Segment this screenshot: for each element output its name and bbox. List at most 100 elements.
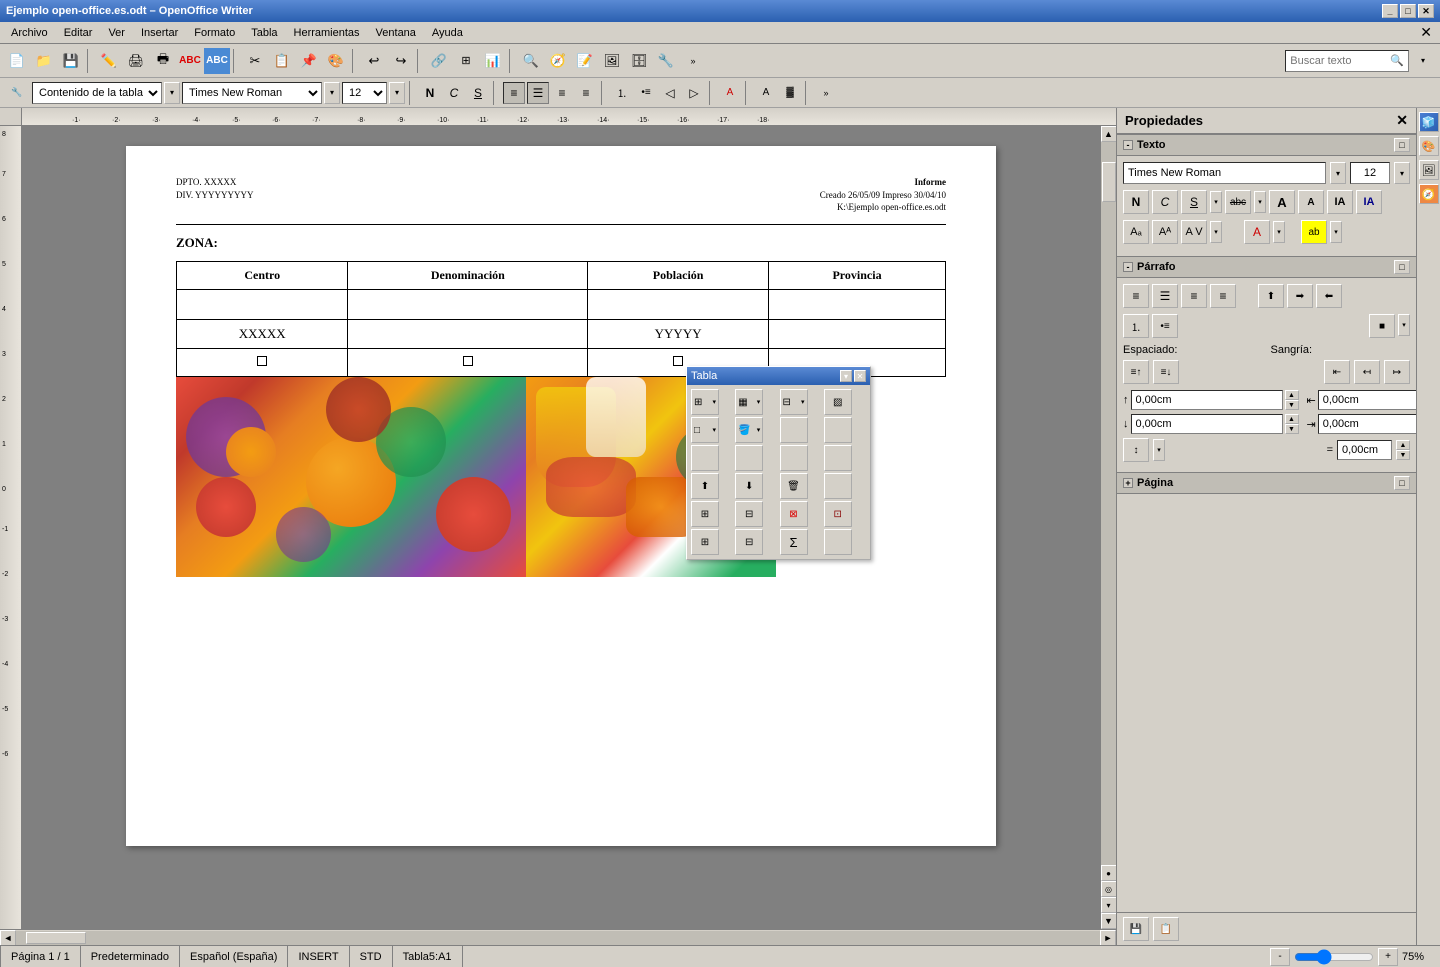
open-button[interactable]: 📁 xyxy=(31,48,57,74)
para-shade-button[interactable]: ▓ xyxy=(779,82,801,104)
align-left-button[interactable]: ≡ xyxy=(503,82,525,104)
tt-table-opt4[interactable]: ⊡ xyxy=(824,501,852,527)
save-button[interactable]: 💾 xyxy=(58,48,84,74)
props-char-space-btn[interactable]: A V xyxy=(1181,220,1207,244)
cut-button[interactable]: ✂ xyxy=(242,48,268,74)
tt-btn4[interactable]: ▨ xyxy=(824,389,852,415)
menu-ayuda[interactable]: Ayuda xyxy=(425,24,470,42)
props-font-color-arrow[interactable]: ▾ xyxy=(1273,221,1285,243)
h-scroll-track[interactable] xyxy=(16,931,1100,945)
table-button[interactable]: ⊞ xyxy=(453,48,479,74)
new-button[interactable]: 📄 xyxy=(4,48,30,74)
cell-1-1[interactable] xyxy=(177,289,348,319)
spin-up[interactable]: ▲ xyxy=(1285,390,1299,400)
spin-down[interactable]: ▼ xyxy=(1285,400,1299,410)
scroll-circle-mid[interactable]: ◎ xyxy=(1101,881,1117,897)
props-highlight-arrow[interactable]: ▾ xyxy=(1330,221,1342,243)
find-button[interactable]: 🔍 xyxy=(518,48,544,74)
para-align-justify[interactable]: ≡ xyxy=(1210,284,1236,308)
menu-insertar[interactable]: Insertar xyxy=(134,24,185,42)
size-dropdown[interactable]: 12 xyxy=(342,82,387,104)
format-paint-button[interactable]: 🎨 xyxy=(323,48,349,74)
indent-left-icon[interactable]: ↤ xyxy=(1354,360,1380,384)
scroll-circle-up[interactable]: ● xyxy=(1101,865,1117,881)
menu-formato[interactable]: Formato xyxy=(187,24,242,42)
tt-table-func2[interactable]: ⊟ xyxy=(735,529,763,555)
props-underline-btn[interactable]: S xyxy=(1181,190,1207,214)
props-strike-arrow[interactable]: ▾ xyxy=(1254,191,1266,213)
italic-button[interactable]: C xyxy=(443,82,465,104)
font-color-button[interactable]: A xyxy=(719,82,741,104)
tt-insert-table-btn[interactable]: ⊞▾ xyxy=(691,389,719,415)
search-input[interactable] xyxy=(1290,55,1390,67)
bold-button[interactable]: N xyxy=(419,82,441,104)
menubar-close[interactable]: ✕ xyxy=(1416,24,1436,41)
chart-button[interactable]: 📊 xyxy=(480,48,506,74)
menu-tabla[interactable]: Tabla xyxy=(244,24,284,42)
gallery-button[interactable]: 🖼 xyxy=(599,48,625,74)
font-dropdown-arrow[interactable]: ▾ xyxy=(324,82,340,104)
tt-delete-row[interactable]: 🗑 xyxy=(780,473,808,499)
indent-more-button[interactable]: ▷ xyxy=(683,82,705,104)
print-button[interactable]: 🖶 xyxy=(150,48,176,74)
props-bigA2-btn[interactable]: A xyxy=(1298,190,1324,214)
cell-cb1[interactable] xyxy=(177,348,348,376)
menu-ventana[interactable]: Ventana xyxy=(369,24,423,42)
scroll-left-button[interactable]: ◄ xyxy=(0,930,16,946)
style-dropdown-arrow[interactable]: ▾ xyxy=(164,82,180,104)
spacing-below-icon[interactable]: ≡↓ xyxy=(1153,360,1179,384)
navigator-button[interactable]: 🧭 xyxy=(545,48,571,74)
para-indent-more[interactable]: ⬆ xyxy=(1258,284,1284,308)
minimize-button[interactable]: _ xyxy=(1382,4,1398,18)
props-bold-btn[interactable]: N xyxy=(1123,190,1149,214)
pagina-section-header[interactable]: + Página □ xyxy=(1117,472,1416,494)
indent-right-icon[interactable]: ↦ xyxy=(1384,360,1410,384)
para-bullet-list[interactable]: •≡ xyxy=(1152,314,1178,338)
char-shade-button[interactable]: A xyxy=(755,82,777,104)
props-size-dropdown-arrow[interactable]: ▾ xyxy=(1394,162,1410,184)
tabla-toolbar-header[interactable]: Tabla ▾ ✕ xyxy=(687,367,870,385)
indent-less-button[interactable]: ◁ xyxy=(659,82,681,104)
cell-1-2[interactable] xyxy=(348,289,588,319)
print-preview-button[interactable]: 🖨 xyxy=(123,48,149,74)
tt-border-btn[interactable]: ▦▾ xyxy=(735,389,763,415)
cell-xxxxx[interactable]: XXXXX xyxy=(177,319,348,348)
props-close-button[interactable]: ✕ xyxy=(1396,112,1408,129)
checkbox-3[interactable] xyxy=(673,356,683,366)
texto-expand-icon[interactable]: - xyxy=(1123,140,1133,150)
h-scroll-thumb[interactable] xyxy=(26,932,86,944)
zoom-in-button[interactable]: + xyxy=(1378,948,1398,966)
more2-button[interactable]: » xyxy=(815,82,837,104)
right-icon-2[interactable]: 🎨 xyxy=(1419,136,1439,156)
tabla-toolbar-minimize[interactable]: ▾ xyxy=(840,370,852,382)
texto-section-btn[interactable]: □ xyxy=(1394,138,1410,152)
tt-insert-row-after[interactable]: ⬇ xyxy=(735,473,763,499)
cell-empty4[interactable] xyxy=(769,319,946,348)
align-center-button[interactable]: ☰ xyxy=(527,82,549,104)
props-highlight-btn[interactable]: ab xyxy=(1301,220,1327,244)
parrafo-section-header[interactable]: - Párrafo □ xyxy=(1117,256,1416,278)
para-num-list[interactable]: ⒈ xyxy=(1123,314,1149,338)
props-bottom-btn1[interactable]: 💾 xyxy=(1123,917,1149,941)
db-button[interactable]: 🗄 xyxy=(626,48,652,74)
sangria-left-input[interactable] xyxy=(1318,390,1416,410)
props-subscript-btn[interactable]: IA xyxy=(1356,190,1382,214)
parrafo-expand-icon[interactable]: - xyxy=(1123,262,1133,272)
scroll-up-button[interactable]: ▲ xyxy=(1101,126,1117,142)
tt-table-opt2[interactable]: ⊟ xyxy=(735,501,763,527)
vertical-scrollbar[interactable]: ▲ ● ◎ ▾ ▼ xyxy=(1100,126,1116,929)
horizontal-scrollbar[interactable]: ◄ ► xyxy=(0,929,1116,945)
props-superscript-btn[interactable]: IA xyxy=(1327,190,1353,214)
spacing-top-spin[interactable]: ▲ ▼ xyxy=(1285,390,1299,410)
list-num-button[interactable]: ⒈ xyxy=(611,82,633,104)
indent-last-input[interactable] xyxy=(1337,440,1392,460)
props-font-dropdown-arrow[interactable]: ▾ xyxy=(1330,162,1346,184)
props-bigA-btn[interactable]: A xyxy=(1269,190,1295,214)
indent-last-spin[interactable]: ▲ ▼ xyxy=(1396,440,1410,460)
tt-insert-row-before[interactable]: ⬆ xyxy=(691,473,719,499)
tabla-toolbar-header-btns[interactable]: ▾ ✕ xyxy=(840,370,866,382)
menu-editar[interactable]: Editar xyxy=(57,24,100,42)
close-button[interactable]: ✕ xyxy=(1418,4,1434,18)
search-dropdown[interactable]: ▾ xyxy=(1410,48,1436,74)
copy-button[interactable]: 📋 xyxy=(269,48,295,74)
